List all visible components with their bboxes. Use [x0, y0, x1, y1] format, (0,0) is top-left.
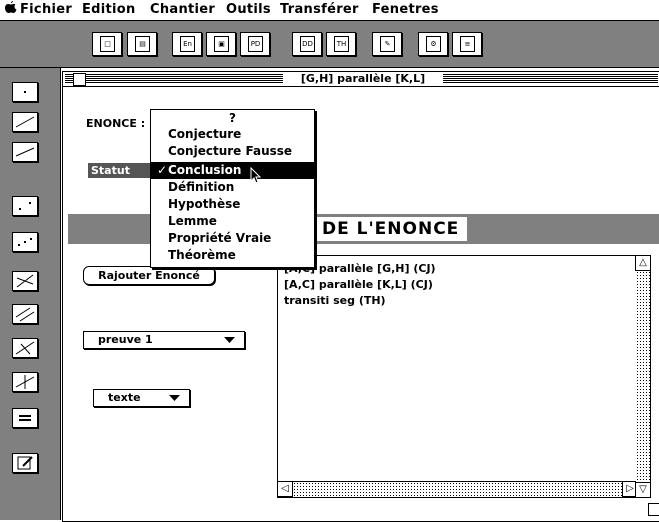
list-item[interactable]: [A,C] parallèle [K,L] (CJ)	[284, 278, 433, 291]
rajouter-enonce-label: Rajouter Enoncé	[98, 269, 200, 282]
tool-palette	[0, 68, 61, 520]
perpendicular-icon	[15, 341, 35, 355]
scroll-down-icon[interactable]: ▽	[635, 482, 651, 498]
popup-item-label: Conjecture Fausse	[168, 144, 293, 158]
line-tool-button[interactable]	[12, 112, 38, 132]
pd-icon: PD	[248, 36, 263, 52]
cross-lines-icon	[15, 375, 35, 389]
chevron-down-icon	[224, 337, 235, 343]
en-button[interactable]: En	[172, 32, 202, 56]
point-tool-button[interactable]	[12, 82, 38, 102]
popup-item-label: ?	[229, 111, 236, 125]
scroll-left-icon[interactable]: ◁	[277, 481, 293, 497]
scatter-points-icon	[19, 202, 31, 210]
popup-item-conclusion[interactable]: ✓ Conclusion	[151, 162, 314, 179]
popup-item-conjecture[interactable]: Conjecture	[151, 126, 314, 143]
menu-transferer[interactable]: Transférer	[280, 0, 359, 20]
mouse-pointer-icon	[250, 167, 262, 184]
tools-icon: ⚙	[426, 36, 441, 52]
segment-tool-button[interactable]	[12, 142, 38, 162]
parallel-icon	[15, 307, 35, 322]
toolbar: □ ▤ En ▣ PD DD TH ✎ ⚙ ≡	[0, 21, 659, 68]
enonce-list[interactable]: [A,C] parallèle [G,H] (CJ) [A,C] parallè…	[277, 255, 638, 498]
window-titlebar[interactable]: [G,H] parallèle [K,L]	[63, 72, 659, 87]
parallel-tool-button[interactable]	[12, 304, 38, 324]
enonce-label: ENONCE :	[86, 117, 146, 130]
en-icon: En	[180, 36, 195, 52]
menu-chantier[interactable]: Chantier	[150, 0, 215, 20]
popup-item-label: Hypothèse	[168, 197, 241, 211]
texte-select-value: texte	[108, 391, 141, 404]
grow-box-icon[interactable]	[648, 503, 659, 516]
trash-icon: ▤	[135, 36, 150, 52]
equal-tool-button[interactable]	[12, 408, 38, 428]
intersection-icon	[16, 274, 34, 288]
preuve-select-value: preuve 1	[98, 333, 153, 346]
popup-item-label: Définition	[168, 180, 235, 194]
line-icon	[15, 116, 35, 128]
equal-icon	[19, 415, 31, 421]
tools-button[interactable]: ⚙	[418, 32, 448, 56]
text-icon: ≡	[460, 36, 475, 52]
texte-select[interactable]: texte	[93, 389, 190, 407]
midpoint-icon	[18, 238, 32, 246]
close-box-icon[interactable]	[73, 73, 86, 86]
cross-tool-button[interactable]	[12, 372, 38, 392]
popup-item-unknown[interactable]: ?	[151, 110, 314, 127]
screen-icon: ▣	[214, 36, 229, 52]
horizontal-scrollbar[interactable]: ◁ ▷	[277, 481, 638, 497]
popup-item-label: Propriété Vraie	[168, 231, 272, 245]
edit-tool-button[interactable]	[12, 453, 38, 473]
vertical-scrollbar[interactable]: △ ▽	[635, 255, 651, 498]
text-button[interactable]: ≡	[452, 32, 482, 56]
new-doc-button[interactable]: □	[92, 32, 122, 56]
popup-item-label: Conjecture	[168, 127, 242, 141]
statut-popup-menu: ? Conjecture Conjecture Fausse ✓ Conclusi…	[150, 109, 315, 268]
list-item[interactable]: transiti seg (TH)	[284, 294, 386, 307]
point-icon	[24, 91, 26, 93]
preuve-select[interactable]: preuve 1	[83, 331, 245, 349]
segment-icon	[15, 147, 35, 157]
pd-button[interactable]: PD	[240, 32, 270, 56]
section-header-text: DE L'ENONCE	[314, 217, 468, 241]
points-tool-button[interactable]	[12, 196, 38, 216]
dd-icon: DD	[300, 36, 315, 52]
apple-menu-icon[interactable]	[5, 0, 19, 21]
edit-icon: ✎	[380, 36, 395, 52]
popup-item-theoreme[interactable]: Théorème	[151, 247, 314, 264]
edit-pencil-icon	[17, 456, 33, 470]
checkmark-icon: ✓	[157, 163, 168, 177]
perpendicular-tool-button[interactable]	[12, 338, 38, 358]
menu-fenetres[interactable]: Fenetres	[372, 0, 439, 20]
menu-bar: Fichier Edition Chantier Outils Transfér…	[0, 0, 659, 21]
intersection-tool-button[interactable]	[12, 271, 38, 291]
popup-item-label: Conclusion	[168, 163, 242, 177]
rajouter-enonce-button[interactable]: Rajouter Enoncé	[83, 266, 215, 285]
dd-button[interactable]: DD	[292, 32, 322, 56]
menu-outils[interactable]: Outils	[226, 0, 271, 20]
edit-button[interactable]: ✎	[372, 32, 402, 56]
popup-item-hypothese[interactable]: Hypothèse	[151, 196, 314, 213]
th-icon: TH	[334, 36, 349, 52]
screen-button[interactable]: ▣	[206, 32, 236, 56]
menu-edition[interactable]: Edition	[82, 0, 136, 20]
trash-button[interactable]: ▤	[127, 32, 157, 56]
new-doc-icon: □	[100, 36, 115, 52]
window-title: [G,H] parallèle [K,L]	[283, 72, 443, 86]
popup-item-lemme[interactable]: Lemme	[151, 213, 314, 230]
th-button[interactable]: TH	[326, 32, 356, 56]
midpoint-tool-button[interactable]	[12, 232, 38, 252]
popup-item-conjecture-fausse[interactable]: Conjecture Fausse	[151, 143, 314, 160]
statut-label: Statut	[91, 164, 130, 177]
popup-item-definition[interactable]: Définition	[151, 179, 314, 196]
popup-item-propriete-vraie[interactable]: Propriété Vraie	[151, 230, 314, 247]
menu-fichier[interactable]: Fichier	[20, 0, 72, 20]
chevron-down-icon	[169, 395, 180, 401]
scroll-up-icon[interactable]: △	[635, 255, 651, 271]
popup-item-label: Théorème	[168, 248, 236, 262]
popup-item-label: Lemme	[168, 214, 217, 228]
